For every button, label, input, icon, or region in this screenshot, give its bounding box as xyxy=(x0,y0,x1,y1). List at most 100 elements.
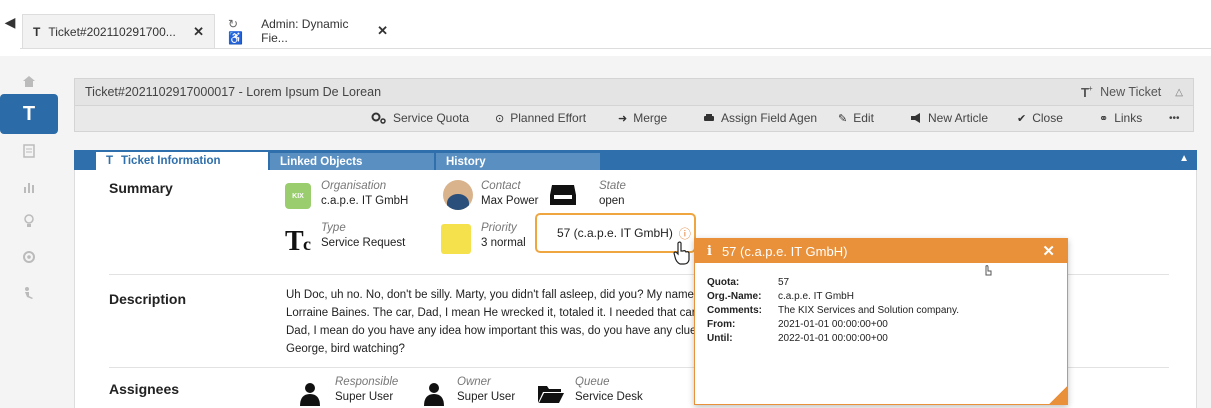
popup-row: Comments: The KIX Services and Solution … xyxy=(707,305,959,316)
close-icon[interactable]: ✕ xyxy=(193,24,204,40)
popup-row: From: 2021-01-01 00:00:00+00 xyxy=(707,319,888,330)
contact-label: Contact xyxy=(481,180,521,192)
tab-label: Linked Objects xyxy=(280,155,363,168)
new-ticket-icon: T + xyxy=(1081,85,1093,99)
popup-key: Org.-Name: xyxy=(707,291,762,302)
new-ticket-button[interactable]: T + New Ticket △ xyxy=(1080,85,1183,99)
kix-logo: KIX xyxy=(285,183,311,209)
priority-label: Priority xyxy=(481,222,517,234)
summary-heading: Summary xyxy=(109,180,173,196)
info-icon[interactable]: ⓘ xyxy=(679,225,691,242)
popup-value: The KIX Services and Solution company. xyxy=(778,305,960,316)
organisation-field: Organisation c.a.p.e. IT GmbH xyxy=(321,180,408,207)
close-label: Close xyxy=(1032,111,1063,125)
info-icon: i xyxy=(707,243,712,259)
state-field: State open xyxy=(599,180,626,207)
ticket-header: Ticket#2021102917000017 - Lorem Ipsum De… xyxy=(74,78,1194,106)
tab-bar: ◀ T Ticket#202110291700... ✕ ↻ ♿ Admin: … xyxy=(0,0,1211,50)
close-button[interactable]: ✔ Close xyxy=(1017,106,1063,130)
queue-label: Queue xyxy=(575,376,610,388)
tab-label: Ticket#202110291700... xyxy=(48,24,176,39)
more-actions-button[interactable]: ••• xyxy=(1169,106,1180,130)
description-line: Lorraine Baines. The car, Dad, I mean He… xyxy=(286,307,702,319)
state-value: open xyxy=(599,195,625,207)
hand-pointer-icon xyxy=(673,241,690,265)
new-article-button[interactable]: New Article xyxy=(910,106,988,130)
type-label: Type xyxy=(321,222,346,234)
description-heading: Description xyxy=(109,291,187,307)
admin-tab-icon: ↻ ♿ xyxy=(228,17,243,45)
merge-button[interactable]: ➜ Merge xyxy=(618,106,667,130)
responsible-label: Responsible xyxy=(335,376,399,388)
checkmark-icon: ✔ xyxy=(1017,112,1027,125)
megaphone-icon xyxy=(911,113,920,123)
resize-handle[interactable] xyxy=(1049,386,1067,404)
quota-value-text: 57 (c.a.p.e. IT GmbH) xyxy=(557,226,673,240)
service-quota-label: Service Quota xyxy=(393,111,470,125)
tab-admin-dynamic-fields[interactable]: ↻ ♿ Admin: Dynamic Fie... ✕ xyxy=(218,14,398,48)
tab-ticket[interactable]: T Ticket#202110291700... ✕ xyxy=(22,14,215,48)
action-toolbar: Service Quota ⊙ Planned Effort ➜ Merge A… xyxy=(74,106,1194,132)
priority-color-swatch xyxy=(441,224,471,254)
priority-value: 3 normal xyxy=(481,237,526,249)
queue-field: Queue Service Desk xyxy=(575,376,643,403)
tab-history[interactable]: History xyxy=(436,153,600,170)
collapse-section-icon[interactable]: ▲ xyxy=(1179,153,1189,164)
close-icon[interactable]: ✕ xyxy=(377,23,388,39)
planned-effort-button[interactable]: ⊙ Planned Effort xyxy=(495,106,586,130)
popup-key: Quota: xyxy=(707,277,740,288)
popup-value: 2021-01-01 00:00:00+00 xyxy=(778,319,888,330)
organisation-value[interactable]: c.a.p.e. IT GmbH xyxy=(321,195,408,207)
quota-popup: i 57 (c.a.p.e. IT GmbH) ✕ Quota: 57 Org.… xyxy=(694,238,1068,405)
ticket-icon: T xyxy=(106,155,114,167)
popup-header: i 57 (c.a.p.e. IT GmbH) ✕ xyxy=(695,239,1067,263)
chart-icon[interactable] xyxy=(12,170,46,204)
popup-row: Until: 2022-01-01 00:00:00+00 xyxy=(707,333,888,344)
folder-open-icon xyxy=(538,386,564,403)
description-line: Uh Doc, uh no. No, don't be silly. Marty… xyxy=(286,289,694,301)
settings-icon[interactable] xyxy=(12,240,46,274)
svg-text:T: T xyxy=(285,226,304,254)
tab-ticket-information[interactable]: T Ticket Information xyxy=(96,152,268,170)
type-field: Type Service Request xyxy=(321,222,405,249)
home-icon[interactable] xyxy=(12,64,46,98)
user-icon xyxy=(424,383,444,406)
planned-effort-label: Planned Effort xyxy=(510,111,587,125)
description-line: George, bird watching? xyxy=(286,343,405,355)
queue-value[interactable]: Service Desk xyxy=(575,391,643,403)
bulb-icon[interactable] xyxy=(12,204,46,238)
admin-icon[interactable] xyxy=(12,276,46,310)
owner-value[interactable]: Super User xyxy=(457,391,515,403)
pencil-icon: ✎ xyxy=(838,112,848,125)
links-button[interactable]: ⚭ Links xyxy=(1099,106,1142,130)
service-quota-button[interactable]: Service Quota xyxy=(371,106,469,130)
popup-row: Quota: 57 xyxy=(707,277,789,288)
tab-scroll-left-icon[interactable]: ◀ xyxy=(0,10,20,34)
owner-field: Owner Super User xyxy=(457,376,515,403)
list-icon[interactable] xyxy=(12,134,46,168)
cursor-icon xyxy=(985,265,992,276)
popup-title: 57 (c.a.p.e. IT GmbH) xyxy=(721,243,848,259)
tab-label: History xyxy=(446,155,486,168)
tab-linked-objects[interactable]: Linked Objects xyxy=(270,153,434,170)
ticket-icon[interactable]: T xyxy=(0,94,58,134)
tabbar-divider xyxy=(20,48,1211,49)
inbox-icon xyxy=(550,185,576,205)
contact-field: Contact Max Power xyxy=(481,180,539,207)
responsible-value[interactable]: Super User xyxy=(335,391,393,403)
popup-value: c.a.p.e. IT GmbH xyxy=(778,291,854,302)
assign-field-agent-button[interactable]: Assign Field Agen xyxy=(703,106,817,130)
clock-icon: ⊙ xyxy=(495,112,505,125)
edit-button[interactable]: ✎ Edit xyxy=(838,106,874,130)
collapse-up-icon[interactable]: △ xyxy=(1175,87,1183,98)
popup-key: From: xyxy=(707,319,736,330)
link-icon: ⚭ xyxy=(1099,112,1109,125)
popup-key: Comments: xyxy=(707,305,763,316)
assignees-heading: Assignees xyxy=(109,381,180,397)
description-text: Uh Doc, uh no. No, don't be silly. Marty… xyxy=(286,286,706,358)
close-icon[interactable]: ✕ xyxy=(1042,242,1055,260)
links-label: Links xyxy=(1114,111,1143,125)
new-ticket-label: New Ticket xyxy=(1100,85,1162,99)
car-icon xyxy=(704,114,714,121)
contact-value[interactable]: Max Power xyxy=(481,195,539,207)
